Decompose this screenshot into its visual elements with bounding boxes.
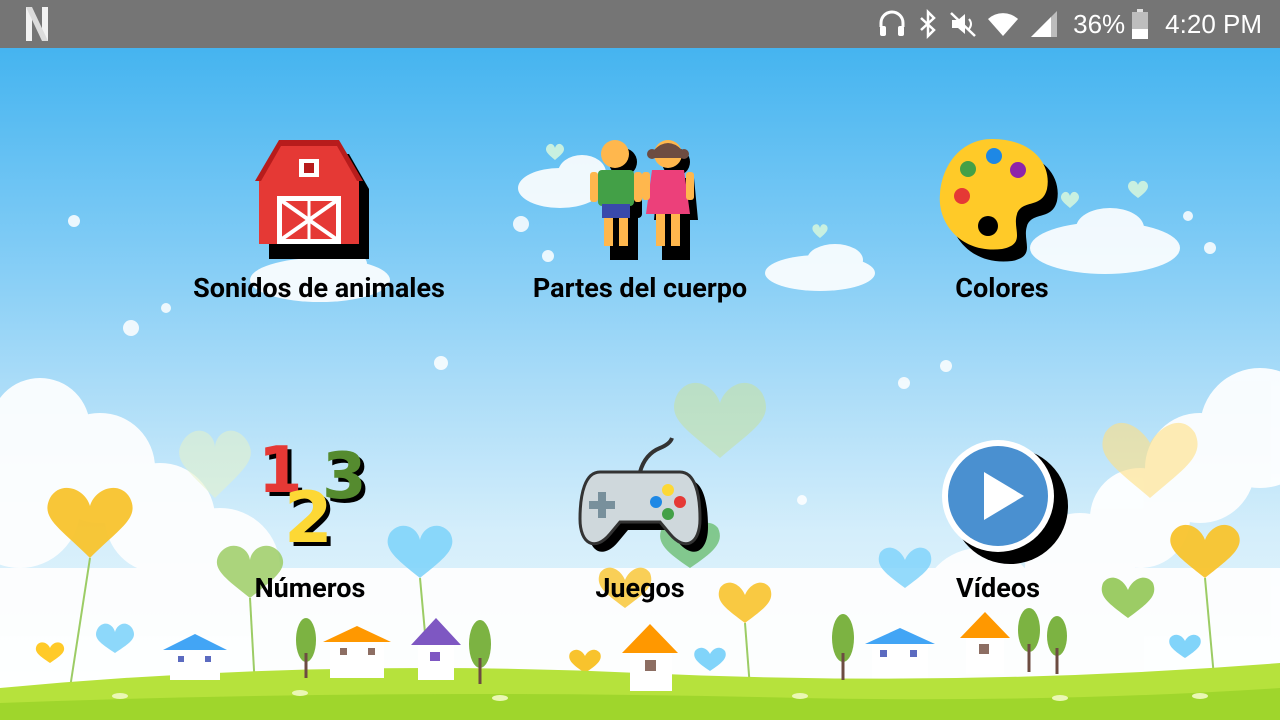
svg-text:3: 3 [322, 440, 367, 514]
tile-label: Juegos [595, 572, 685, 604]
palette-icon [939, 139, 1058, 262]
home-screen: Sonidos de animales Partes del cuerpo Co… [0, 48, 1280, 720]
clock: 4:20 PM [1165, 8, 1262, 39]
battery-percent: 36% [1073, 8, 1126, 39]
bluetooth-icon [920, 9, 936, 39]
headphones-icon [879, 10, 905, 36]
netflix-n-icon[interactable] [24, 7, 50, 41]
tile-videos[interactable]: Vídeos [848, 434, 1148, 634]
mute-icon [950, 12, 976, 37]
tile-partes-del-cuerpo[interactable]: Partes del cuerpo [490, 134, 790, 334]
tile-label: Sonidos de animales [193, 272, 445, 304]
battery-icon [1132, 9, 1149, 39]
tile-label: Números [254, 572, 366, 604]
play-icon [942, 440, 1068, 564]
tile-label: Partes del cuerpo [532, 272, 748, 304]
numbers-123-icon: 1 1 2 2 3 3 [258, 434, 371, 563]
tile-label: Colores [955, 272, 1049, 304]
tile-label: Vídeos [956, 572, 1040, 604]
barn-icon [255, 140, 369, 259]
wifi-icon [988, 13, 1019, 36]
kids-icon [590, 140, 698, 260]
tile-juegos[interactable]: Juegos [490, 434, 790, 634]
tile-colores[interactable]: Colores [852, 134, 1152, 334]
status-bar: 36% 4:20 PM [0, 0, 1280, 48]
tile-sonidos-de-animales[interactable]: Sonidos de animales [169, 134, 469, 334]
signal-icon [1031, 11, 1058, 37]
gamepad-icon [578, 437, 708, 552]
tile-numeros[interactable]: 1 1 2 2 3 3 Números [160, 434, 460, 634]
